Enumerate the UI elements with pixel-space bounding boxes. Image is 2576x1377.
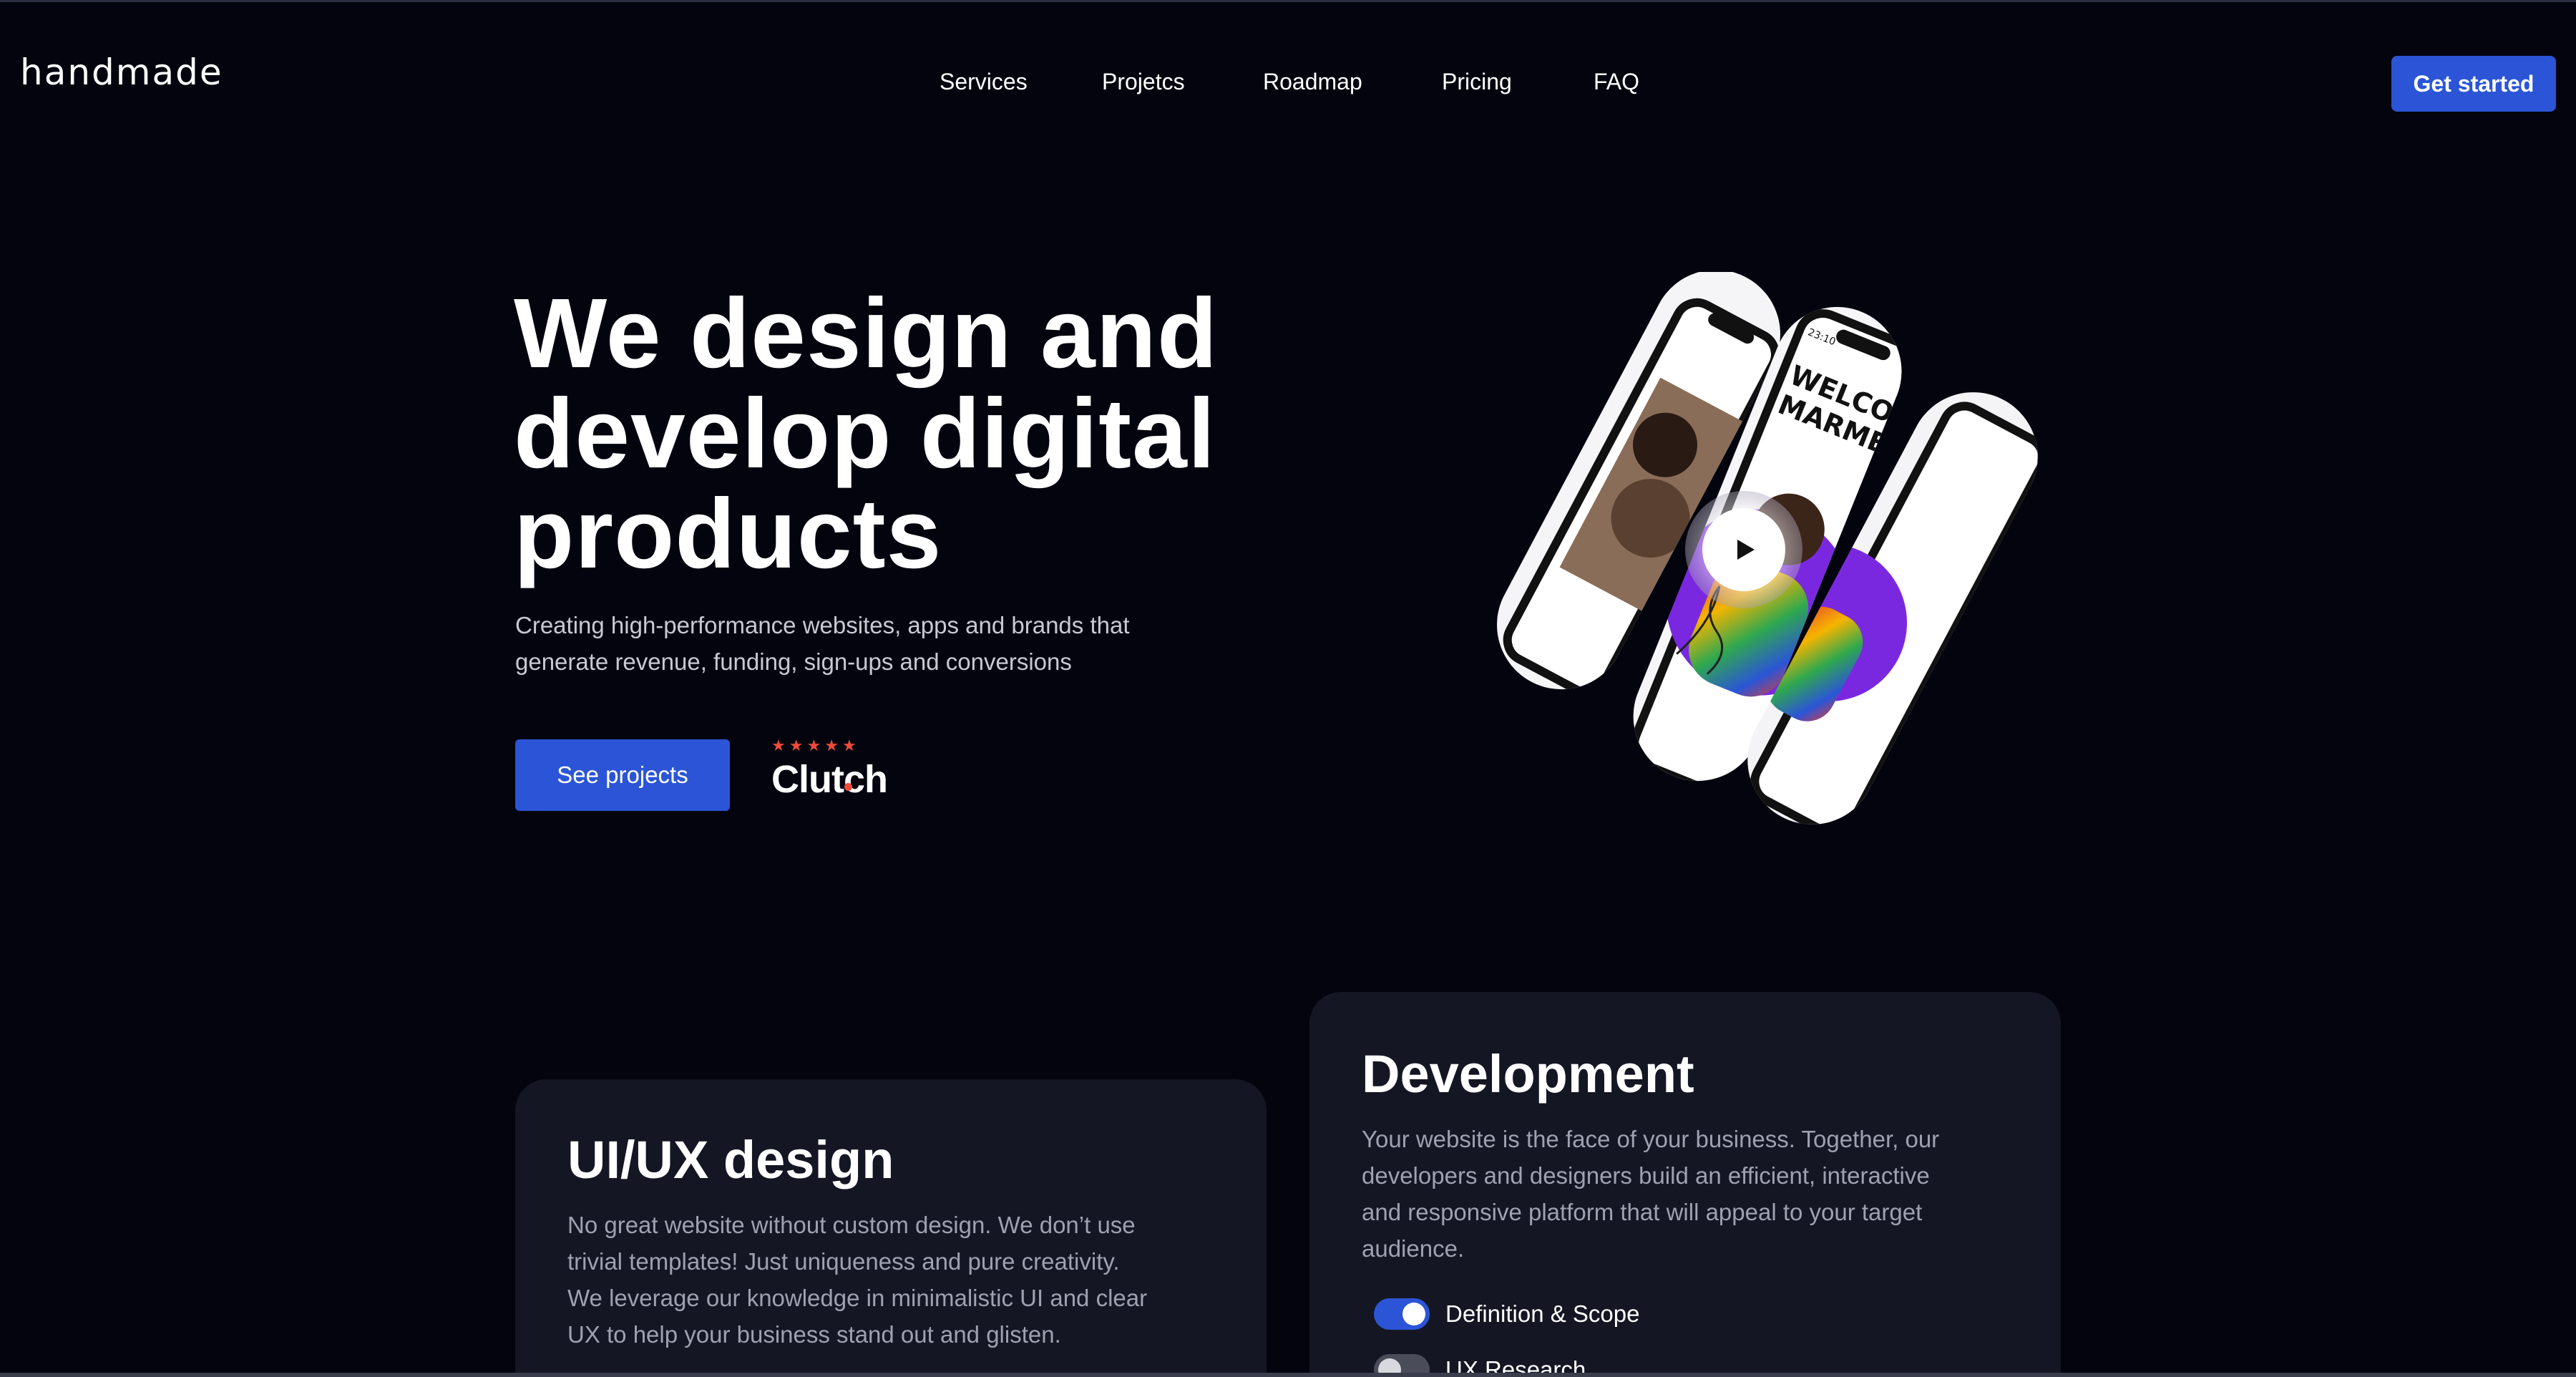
star-icon: ★ bbox=[824, 736, 839, 754]
window-top-border bbox=[0, 0, 2576, 2]
option-definition-scope[interactable]: Definition & Scope bbox=[1374, 1298, 1640, 1330]
definition-scope-toggle[interactable] bbox=[1374, 1298, 1430, 1330]
uiux-card-text: No great website without custom design. … bbox=[567, 1207, 1219, 1353]
get-started-button[interactable]: Get started bbox=[2391, 56, 2556, 112]
clutch-dot bbox=[844, 783, 852, 791]
uiux-text-line: No great website without custom design. … bbox=[567, 1212, 1136, 1238]
phones-illustration: 23:10 WELCOME MARMELO bbox=[1474, 247, 2061, 847]
uiux-text-line: We leverage our knowledge in minimalisti… bbox=[567, 1285, 1148, 1311]
star-icon: ★ bbox=[841, 736, 857, 754]
development-text-line: developers and designers build an effici… bbox=[1362, 1162, 1930, 1189]
clutch-rating[interactable]: ★ ★ ★ ★ ★ Clutch bbox=[771, 737, 888, 802]
uiux-text-line: trivial templates! Just uniqueness and p… bbox=[567, 1248, 1120, 1275]
nav-roadmap[interactable]: Roadmap bbox=[1263, 69, 1362, 95]
see-projects-button[interactable]: See projects bbox=[515, 739, 730, 811]
hero-title: We design and develop digital products bbox=[514, 283, 1372, 584]
star-icon: ★ bbox=[789, 736, 804, 754]
star-icon: ★ bbox=[806, 736, 821, 754]
hero-title-line-2: develop digital bbox=[514, 379, 1216, 489]
clutch-logo-text: Clutch bbox=[771, 758, 888, 801]
hero-subtitle: Creating high-performance websites, apps… bbox=[515, 607, 1274, 680]
definition-scope-label: Definition & Scope bbox=[1445, 1300, 1640, 1327]
development-text-line: Your website is the face of your busines… bbox=[1362, 1126, 1940, 1152]
hero-illustration: 23:10 WELCOME MARMELO bbox=[1431, 247, 2061, 847]
uiux-card-title: UI/UX design bbox=[567, 1130, 894, 1189]
hero-subtitle-line-2: generate revenue, funding, sign-ups and … bbox=[515, 648, 1072, 675]
development-card-text: Your website is the face of your busines… bbox=[1362, 1121, 2013, 1267]
rating-stars: ★ ★ ★ ★ ★ bbox=[771, 737, 887, 754]
star-icon: ★ bbox=[771, 736, 786, 754]
uiux-text-line: UX to help your business stand out and g… bbox=[567, 1321, 1061, 1348]
hero-title-line-3: products bbox=[514, 479, 942, 589]
nav-pricing[interactable]: Pricing bbox=[1442, 69, 1512, 95]
uiux-card: UI/UX design No great website without cu… bbox=[515, 1079, 1267, 1377]
brand-logo[interactable]: handmade bbox=[20, 52, 223, 93]
nav-faq[interactable]: FAQ bbox=[1594, 69, 1639, 95]
window-bottom-border bbox=[0, 1373, 2576, 1377]
nav-projects[interactable]: Projetcs bbox=[1102, 69, 1185, 95]
development-text-line: audience. bbox=[1362, 1235, 1465, 1262]
hero-title-line-1: We design and bbox=[514, 278, 1219, 389]
nav-services[interactable]: Services bbox=[940, 69, 1028, 95]
clutch-logo: Clutch bbox=[771, 757, 888, 802]
development-card-title: Development bbox=[1362, 1044, 1694, 1104]
hero-subtitle-line-1: Creating high-performance websites, apps… bbox=[515, 612, 1130, 638]
play-button[interactable] bbox=[1685, 491, 1802, 608]
development-text-line: and responsive platform that will appeal… bbox=[1362, 1199, 1923, 1225]
development-card: Development Your website is the face of … bbox=[1309, 992, 2061, 1377]
